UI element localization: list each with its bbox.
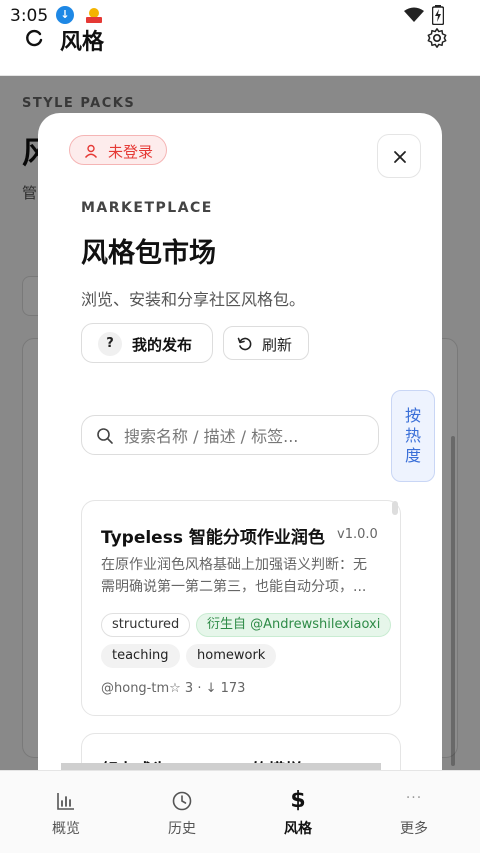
sort-by-popularity-button[interactable]: 按 热 度 xyxy=(391,390,435,482)
card-stars[interactable]: ☆ 3 xyxy=(169,681,193,696)
sort-char: 按 xyxy=(404,406,421,425)
dollar-icon: $ xyxy=(290,788,306,813)
bar-chart-icon xyxy=(57,793,74,810)
card-description-line: 需明确说第一第二第三，也能自动分项，... xyxy=(101,579,367,595)
wifi-icon xyxy=(404,7,424,22)
clock-icon xyxy=(172,791,192,811)
nav-item-style[interactable]: $ 风格 xyxy=(238,771,358,853)
sync-icon[interactable] xyxy=(24,28,44,48)
search-icon xyxy=(97,428,113,444)
refresh-icon xyxy=(237,337,252,351)
user-icon xyxy=(84,144,98,158)
nav-label: 更多 xyxy=(400,821,428,837)
nav-label: 风格 xyxy=(284,821,312,837)
status-time: 3:05 xyxy=(10,6,49,26)
modal-eyebrow: MARKETPLACE xyxy=(81,200,213,216)
card-downloads: ↓ 173 xyxy=(205,681,246,696)
card-description-line: 在原作业润色风格基础上加强语义判断：无 xyxy=(101,557,367,573)
card-meta: @hong-tm☆ 3 · ↓ 173 xyxy=(101,681,246,696)
nav-label: 历史 xyxy=(168,821,196,837)
search-box[interactable] xyxy=(81,415,379,455)
card-description: 在原作业润色风格基础上加强语义判断：无 需明确说第一第二第三，也能自动分项，..… xyxy=(101,554,400,598)
card-version: v1.0.0 xyxy=(337,527,378,542)
sort-char: 热 xyxy=(404,426,421,445)
close-icon xyxy=(394,151,406,163)
modal-subtitle: 浏览、安装和分享社区风格包。 xyxy=(81,290,306,309)
more-icon: ··· xyxy=(405,790,423,806)
card-scrollbar[interactable] xyxy=(392,501,398,515)
my-publish-label: 我的发布 xyxy=(132,336,193,354)
search-input[interactable] xyxy=(124,424,369,448)
refresh-button[interactable]: 刷新 xyxy=(223,326,309,360)
tag[interactable]: structured xyxy=(101,613,191,637)
nav-label: 概览 xyxy=(52,821,80,837)
refresh-label: 刷新 xyxy=(262,336,293,354)
tag[interactable]: teaching xyxy=(101,644,180,668)
bottom-navigation: 概览 历史 $ 风格 ··· 更多 xyxy=(0,770,480,853)
style-pack-card[interactable]: Typeless 智能分项作业润色 v1.0.0 在原作业润色风格基础上加强语义… xyxy=(81,500,401,716)
tag[interactable]: homework xyxy=(186,644,277,668)
gear-icon[interactable] xyxy=(426,27,448,49)
nav-item-history[interactable]: 历史 xyxy=(122,771,242,853)
battery-charging-icon xyxy=(432,5,444,25)
my-publish-button[interactable]: ? 我的发布 xyxy=(81,323,213,363)
modal-title: 风格包市场 xyxy=(81,238,216,269)
close-button[interactable] xyxy=(377,134,421,178)
marketplace-modal: 未登录 MARKETPLACE 风格包市场 浏览、安装和分享社区风格包。 ? 我… xyxy=(38,113,442,770)
derived-from-tag[interactable]: 衍生自 @Andrewshilexiaoxi xyxy=(196,613,392,637)
modal-scrollbar[interactable] xyxy=(61,763,381,770)
nav-item-more[interactable]: ··· 更多 xyxy=(354,771,474,853)
card-title: Typeless 智能分项作业润色 xyxy=(101,528,325,548)
card-author[interactable]: @hong-tm xyxy=(101,681,169,696)
question-icon: ? xyxy=(98,332,122,356)
nav-item-overview[interactable]: 概览 xyxy=(6,771,126,853)
login-status-label: 未登录 xyxy=(108,143,154,161)
app-title: 风格 xyxy=(60,30,105,55)
background-scrollbar xyxy=(451,436,455,766)
app-notification-icon xyxy=(86,8,102,23)
download-icon: ↓ xyxy=(56,6,74,24)
login-status-badge[interactable]: 未登录 xyxy=(69,135,167,165)
sort-char: 度 xyxy=(404,446,421,465)
